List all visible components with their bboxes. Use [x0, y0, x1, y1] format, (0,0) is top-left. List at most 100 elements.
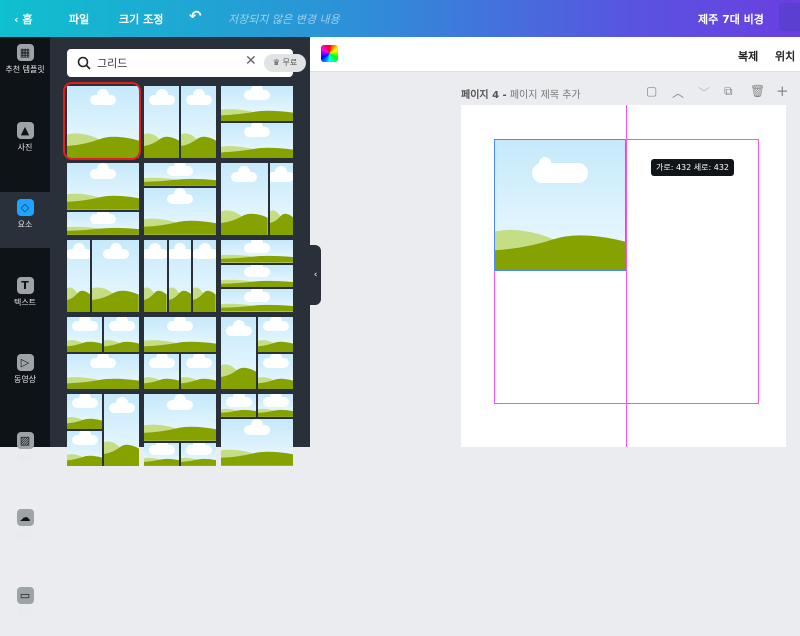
file-menu[interactable]: 파일: [69, 11, 89, 27]
grid-cell: [181, 442, 216, 466]
duplicate-page-icon[interactable]: ⧉: [724, 84, 733, 99]
clear-search-icon[interactable]: ✕: [245, 53, 257, 69]
grid-cell: [67, 354, 139, 389]
design-title[interactable]: 제주 7대 비경: [698, 11, 764, 27]
sidebar-item-label: 사진: [17, 142, 33, 152]
grid-cell: [221, 123, 293, 158]
grid-cell: [67, 317, 102, 352]
sidebar-item-label: 요소: [17, 220, 33, 229]
grid-cell: [258, 354, 293, 389]
sidebar-item-label: 추천 템플릿: [5, 65, 45, 74]
grid-thumbnail[interactable]: [144, 163, 216, 235]
search-value: 그리드: [97, 57, 128, 70]
move-down-icon[interactable]: ﹀: [698, 84, 710, 101]
grid-cell: [221, 163, 268, 235]
search-input[interactable]: 그리드 ✕ ♛ 무료: [67, 49, 306, 77]
grid-thumbnail[interactable]: [221, 240, 293, 312]
editor-toolbar: 복제 위치: [310, 37, 800, 72]
grid-cell: [144, 188, 216, 235]
duplicate-button[interactable]: 복제: [738, 48, 758, 64]
grid-cell: [92, 240, 139, 312]
grid-cell: [168, 240, 192, 312]
delete-page-icon[interactable]: 🗑: [750, 84, 765, 98]
text-icon: T: [16, 276, 34, 294]
selected-thumbnail-outline: [63, 82, 141, 160]
grid-thumbnail[interactable]: [67, 394, 139, 466]
grid-thumbnail[interactable]: [221, 86, 293, 158]
position-button[interactable]: 위치: [775, 48, 795, 64]
undo-icon[interactable]: ↶: [189, 7, 202, 25]
template-icon: ▦: [16, 44, 34, 61]
grid-thumbnail[interactable]: [67, 163, 139, 235]
folder-icon: ▭: [16, 586, 34, 604]
grid-cell: [144, 394, 216, 441]
grid-cell: [221, 419, 293, 466]
grid-cell: [144, 317, 216, 352]
grid-cell: [67, 163, 139, 210]
grid-thumbnail[interactable]: [221, 163, 293, 235]
grid-cell: [258, 317, 293, 352]
home-button[interactable]: ‹ 홈: [14, 11, 33, 27]
sidebar-item-3[interactable]: T 텍스트: [0, 270, 50, 326]
resize-button[interactable]: 크기 조정: [119, 11, 163, 27]
sidebar-item-1[interactable]: ▲ 사진: [0, 115, 50, 171]
move-up-icon[interactable]: ︿: [672, 84, 684, 101]
grid-cell: [181, 354, 216, 389]
grid-cell: [144, 240, 167, 312]
grid-cell: [67, 240, 91, 312]
grid-thumbnail[interactable]: [221, 317, 293, 389]
photo-icon: ▲: [16, 121, 34, 139]
add-page-icon[interactable]: +: [776, 82, 789, 100]
elements-icon: ◇: [16, 199, 34, 216]
grid-cell: [181, 86, 216, 158]
grid-cell: [221, 264, 293, 288]
free-filter-badge[interactable]: ♛ 무료: [264, 54, 306, 72]
sidebar-item-5[interactable]: ▨ 배경: [0, 425, 50, 481]
grid-cell: [258, 394, 293, 418]
sidebar-item-0[interactable]: ▦ 추천 템플릿: [0, 37, 50, 93]
grid-thumbnail[interactable]: [144, 240, 216, 312]
upload-icon: ☁: [16, 509, 34, 526]
top-bar: ‹ 홈 파일 크기 조정 ↶ 저장되지 않은 변경 내용 제주 7대 비경: [0, 0, 800, 37]
grid-thumbnail[interactable]: [221, 394, 293, 466]
page-header: 페이지 4 - 페이지 제목 추가: [461, 90, 581, 101]
share-button[interactable]: [779, 3, 800, 31]
sidebar: ▦ 추천 템플릿 ▲ 사진 ◇ 요소 T 텍스트 ▷ 동영상 ▨ 배경 ☁ 업로드 ▭ 폴더: [0, 37, 50, 617]
sidebar-item-label: 폴더: [17, 607, 33, 617]
grid-cell: [269, 163, 293, 235]
grid-cell: [221, 289, 293, 312]
sidebar-item-label: 업로드: [13, 530, 37, 539]
background-icon: ▨: [16, 431, 34, 449]
sidebar-item-2[interactable]: ◇ 요소: [0, 192, 50, 248]
grid-cell: [67, 211, 139, 235]
grid-thumbnail[interactable]: [67, 240, 139, 312]
grid-thumbnail[interactable]: [144, 317, 216, 389]
sidebar-item-4[interactable]: ▷ 동영상: [0, 347, 50, 403]
grid-thumbnail[interactable]: [144, 86, 216, 158]
collapse-panel-handle[interactable]: ‹: [310, 245, 321, 305]
grid-thumbnail[interactable]: [67, 317, 139, 389]
sidebar-item-label: 배경: [17, 452, 33, 462]
grid-cell: [104, 317, 139, 352]
video-icon: ▷: [16, 354, 34, 371]
grid-thumbnail[interactable]: [144, 394, 216, 466]
sidebar-item-7[interactable]: ▭ 폴더: [0, 580, 50, 636]
color-picker-button[interactable]: [321, 45, 338, 62]
note-icon[interactable]: ▢: [646, 84, 657, 98]
page-title-input[interactable]: 페이지 제목 추가: [510, 90, 581, 101]
grid-cell: [104, 394, 139, 466]
grid-cell: [144, 86, 179, 158]
grid-cell: [221, 240, 293, 263]
grid-cell: [221, 86, 293, 121]
grid-cell: [144, 354, 179, 389]
grid-image-frame[interactable]: [494, 139, 626, 271]
sidebar-item-label: 동영상: [13, 375, 37, 384]
grid-cell: [144, 163, 216, 187]
grid-cell: [144, 442, 179, 466]
grid-cell: [67, 431, 102, 466]
center-guide-line: [626, 105, 627, 447]
sidebar-item-label: 텍스트: [13, 297, 37, 307]
sidebar-item-6[interactable]: ☁ 업로드: [0, 502, 50, 558]
grid-cell: [221, 394, 256, 418]
grid-cell: [67, 394, 102, 429]
